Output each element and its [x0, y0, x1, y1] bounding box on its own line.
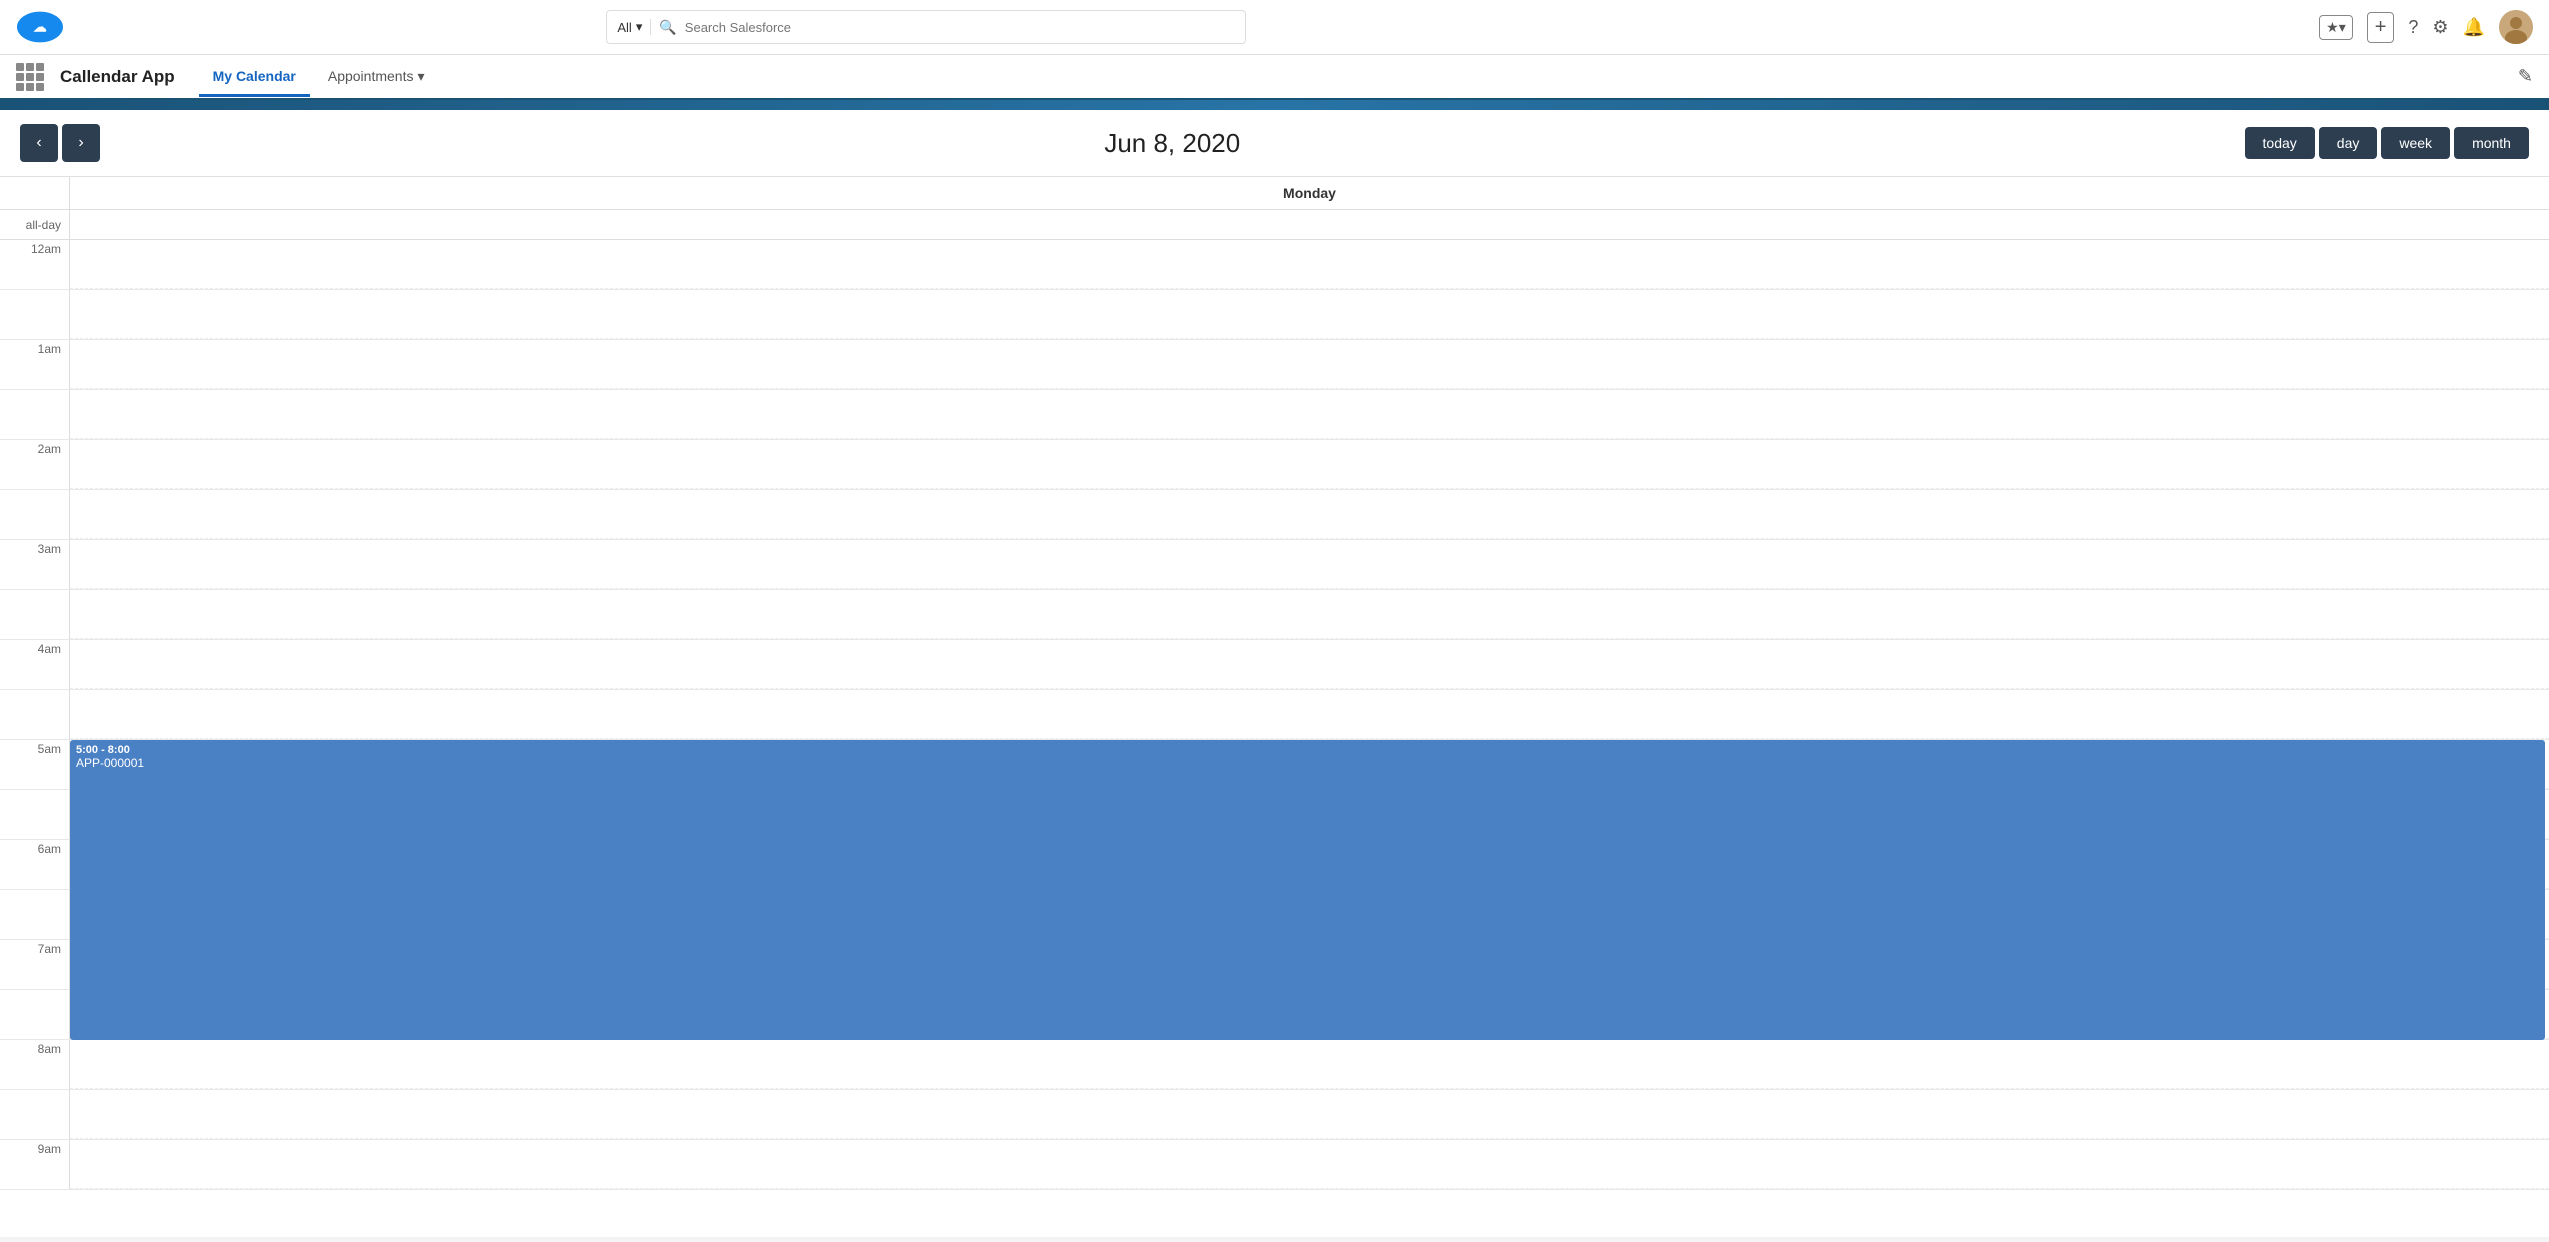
help-icon: ?	[2408, 17, 2418, 38]
app-name: Callendar App	[60, 67, 175, 87]
time-slot[interactable]	[70, 490, 2549, 539]
time-row[interactable]: 2am	[0, 440, 2549, 490]
time-label: 5am	[0, 740, 70, 789]
time-label	[0, 990, 70, 1039]
sub-nav: Callendar App My Calendar Appointments ▾…	[0, 55, 2549, 100]
time-label: 1am	[0, 340, 70, 389]
avatar-image	[2499, 10, 2533, 44]
settings-button[interactable]: ⚙	[2432, 17, 2448, 38]
time-label: 12am	[0, 240, 70, 289]
time-row[interactable]: 12am	[0, 240, 2549, 290]
time-row[interactable]	[0, 290, 2549, 340]
calendar-header: ‹ › Jun 8, 2020 today day week month	[0, 110, 2549, 177]
time-row[interactable]: 8am	[0, 1040, 2549, 1090]
time-rows: 12am 1am 2am 3am 4am 5am 6am 7am 8am 9am 5:00 - 8:…	[0, 240, 2549, 1190]
svg-text:☁: ☁	[33, 19, 46, 34]
app-launcher-button[interactable]	[16, 63, 44, 91]
time-row[interactable]	[0, 690, 2549, 740]
time-label	[0, 390, 70, 439]
time-slot[interactable]	[70, 1040, 2549, 1089]
event-time: 5:00 - 8:00	[76, 744, 2539, 756]
day-header-row: Monday	[0, 177, 2549, 210]
edit-nav-button[interactable]: ✎	[2518, 66, 2533, 87]
time-slot[interactable]	[70, 240, 2549, 289]
star-icon: ★	[2326, 19, 2339, 36]
salesforce-logo[interactable]: ☁	[16, 10, 64, 44]
time-label	[0, 790, 70, 839]
tab-appointments[interactable]: Appointments ▾	[314, 58, 439, 98]
notifications-button[interactable]: 🔔	[2463, 17, 2485, 38]
nav-right: ★ ▾ + ? ⚙ 🔔	[2319, 10, 2533, 44]
time-label: 2am	[0, 440, 70, 489]
time-row[interactable]: 1am	[0, 340, 2549, 390]
time-row[interactable]: 9am	[0, 1140, 2549, 1190]
event-name: APP-000001	[76, 756, 2539, 770]
search-magnifier-icon: 🔍	[659, 19, 676, 36]
view-week-button[interactable]: week	[2381, 127, 2450, 159]
day-header-monday: Monday	[70, 177, 2549, 209]
calendar-title: Jun 8, 2020	[1104, 128, 1240, 159]
all-day-content[interactable]	[70, 210, 2549, 239]
all-day-label: all-day	[0, 210, 70, 239]
help-button[interactable]: ?	[2408, 17, 2418, 38]
time-slot[interactable]	[70, 390, 2549, 439]
time-label	[0, 490, 70, 539]
time-slot[interactable]	[70, 590, 2549, 639]
calendar-event[interactable]: 5:00 - 8:00APP-000001	[70, 740, 2545, 1040]
time-label: 9am	[0, 1140, 70, 1189]
time-label: 4am	[0, 640, 70, 689]
prev-button[interactable]: ‹	[20, 124, 58, 162]
time-label	[0, 1090, 70, 1139]
time-slot[interactable]	[70, 1090, 2549, 1139]
user-avatar[interactable]	[2499, 10, 2533, 44]
next-button[interactable]: ›	[62, 124, 100, 162]
search-input[interactable]	[685, 20, 1236, 35]
time-label	[0, 890, 70, 939]
new-item-button[interactable]: +	[2367, 12, 2395, 43]
search-bar: All ▾ 🔍	[606, 10, 1246, 44]
time-label: 6am	[0, 840, 70, 889]
all-day-row: all-day	[0, 210, 2549, 240]
time-label	[0, 690, 70, 739]
time-label	[0, 290, 70, 339]
calendar-grid: Monday all-day 12am 1am 2am 3am 4am 5am 6am 7am…	[0, 177, 2549, 1190]
time-label: 8am	[0, 1040, 70, 1089]
favorites-button[interactable]: ★ ▾	[2319, 15, 2353, 40]
view-day-button[interactable]: day	[2319, 127, 2378, 159]
time-row[interactable]: 3am	[0, 540, 2549, 590]
gear-icon: ⚙	[2432, 17, 2448, 38]
time-slot[interactable]	[70, 440, 2549, 489]
time-row[interactable]	[0, 490, 2549, 540]
time-slot[interactable]	[70, 640, 2549, 689]
time-label: 3am	[0, 540, 70, 589]
time-slot[interactable]	[70, 340, 2549, 389]
time-row[interactable]	[0, 390, 2549, 440]
time-slot[interactable]	[70, 1140, 2549, 1189]
bell-icon: 🔔	[2463, 17, 2485, 38]
top-nav: ☁ All ▾ 🔍 ★ ▾ + ? ⚙ 🔔	[0, 0, 2549, 55]
plus-icon: +	[2375, 16, 2387, 39]
time-slot[interactable]	[70, 290, 2549, 339]
view-month-button[interactable]: month	[2454, 127, 2529, 159]
time-slot[interactable]	[70, 690, 2549, 739]
dropdown-chevron-icon: ▾	[636, 19, 643, 35]
favorites-dropdown-icon: ▾	[2339, 19, 2346, 36]
nav-arrows: ‹ ›	[20, 124, 100, 162]
appointments-dropdown-icon: ▾	[417, 68, 424, 85]
view-today-button[interactable]: today	[2245, 127, 2315, 159]
view-buttons: today day week month	[2245, 127, 2529, 159]
time-label: 7am	[0, 940, 70, 989]
time-row[interactable]: 4am	[0, 640, 2549, 690]
time-row[interactable]	[0, 590, 2549, 640]
blue-banner	[0, 100, 2549, 110]
tab-my-calendar[interactable]: My Calendar	[199, 58, 310, 97]
time-row[interactable]	[0, 1090, 2549, 1140]
search-scope-dropdown[interactable]: All ▾	[617, 19, 651, 35]
calendar-container: ‹ › Jun 8, 2020 today day week month Mon…	[0, 110, 2549, 1237]
time-label	[0, 590, 70, 639]
time-slot[interactable]	[70, 540, 2549, 589]
time-gutter-header	[0, 177, 70, 209]
